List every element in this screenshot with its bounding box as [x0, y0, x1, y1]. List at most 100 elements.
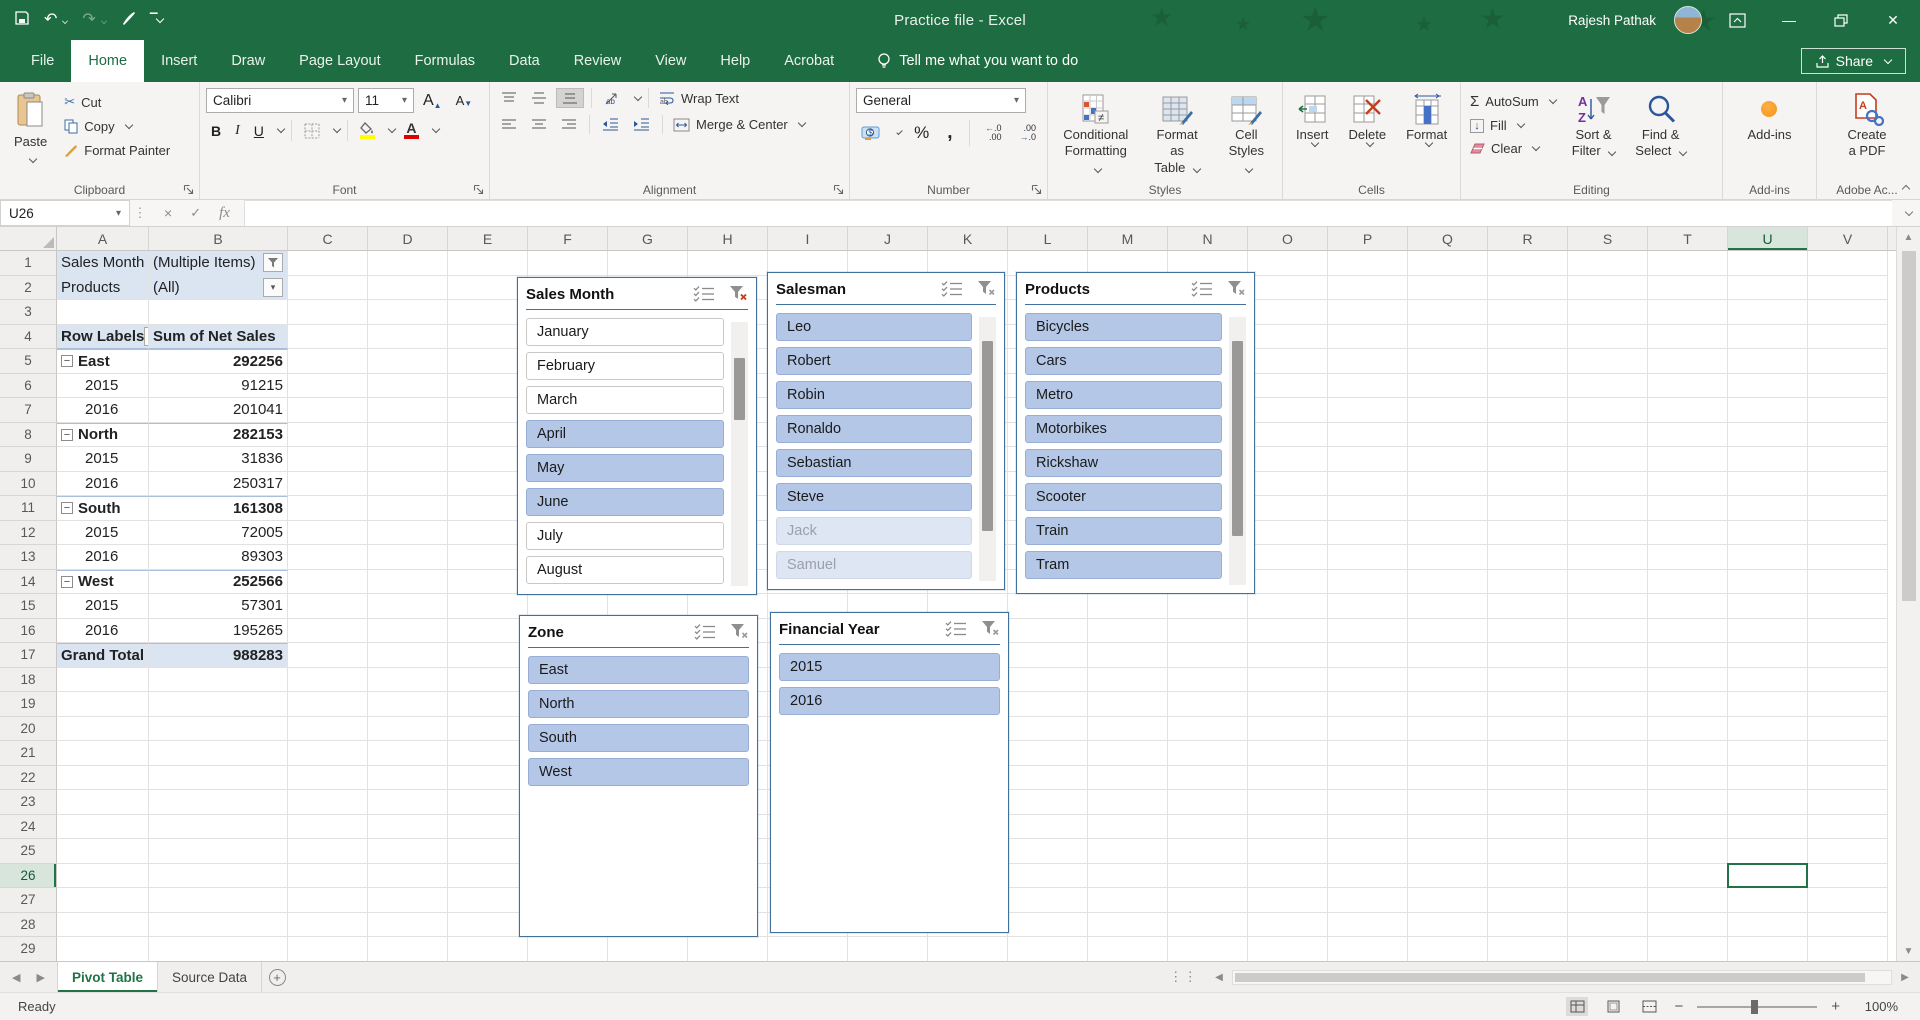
- cell-H29[interactable]: [688, 937, 768, 961]
- cell-R6[interactable]: [1488, 374, 1568, 399]
- cell-E11[interactable]: [448, 496, 528, 521]
- cell-P4[interactable]: [1328, 325, 1408, 350]
- cell-C13[interactable]: [288, 545, 368, 570]
- cell-M29[interactable]: [1088, 937, 1168, 961]
- cell-R22[interactable]: [1488, 766, 1568, 791]
- cell-R9[interactable]: [1488, 447, 1568, 472]
- cell-N24[interactable]: [1168, 815, 1248, 840]
- cell-V23[interactable]: [1808, 790, 1888, 815]
- cell-T2[interactable]: [1648, 276, 1728, 301]
- cell-C17[interactable]: [288, 643, 368, 668]
- cell-C4[interactable]: [288, 325, 368, 350]
- cell-C12[interactable]: [288, 521, 368, 546]
- cell-C10[interactable]: [288, 472, 368, 497]
- cell-P19[interactable]: [1328, 692, 1408, 717]
- save-icon[interactable]: [14, 10, 30, 30]
- cell-R23[interactable]: [1488, 790, 1568, 815]
- cell-U22[interactable]: [1728, 766, 1808, 791]
- row-header-14[interactable]: 14: [0, 570, 57, 595]
- row-header-28[interactable]: 28: [0, 913, 57, 938]
- cell-P2[interactable]: [1328, 276, 1408, 301]
- cell-T22[interactable]: [1648, 766, 1728, 791]
- cell-N27[interactable]: [1168, 888, 1248, 913]
- cell-L19[interactable]: [1008, 692, 1088, 717]
- cell-R10[interactable]: [1488, 472, 1568, 497]
- cell-E1[interactable]: [448, 251, 528, 276]
- row-header-24[interactable]: 24: [0, 815, 57, 840]
- menu-tab-home[interactable]: Home: [71, 40, 144, 82]
- font-family-select[interactable]: Calibri▾: [206, 88, 354, 113]
- zoom-out-icon[interactable]: −: [1674, 998, 1683, 1015]
- cell-B6[interactable]: 91215: [149, 374, 288, 399]
- zoom-slider[interactable]: [1697, 1006, 1817, 1008]
- cell-D2[interactable]: [368, 276, 448, 301]
- cell-U4[interactable]: [1728, 325, 1808, 350]
- cell-O2[interactable]: [1248, 276, 1328, 301]
- cell-V15[interactable]: [1808, 594, 1888, 619]
- column-header-Q[interactable]: Q: [1408, 227, 1488, 250]
- cell-O29[interactable]: [1248, 937, 1328, 961]
- cell-T13[interactable]: [1648, 545, 1728, 570]
- cell-C3[interactable]: [288, 300, 368, 325]
- cell-R7[interactable]: [1488, 398, 1568, 423]
- cell-C27[interactable]: [288, 888, 368, 913]
- clipboard-dialog-launcher-icon[interactable]: [183, 184, 194, 195]
- cell-Q26[interactable]: [1408, 864, 1488, 889]
- cell-M28[interactable]: [1088, 913, 1168, 938]
- cell-V1[interactable]: [1808, 251, 1888, 276]
- menu-tab-data[interactable]: Data: [492, 40, 557, 82]
- cell-E2[interactable]: [448, 276, 528, 301]
- cell-R21[interactable]: [1488, 741, 1568, 766]
- cell-Q1[interactable]: [1408, 251, 1488, 276]
- cell-P17[interactable]: [1328, 643, 1408, 668]
- cell-K29[interactable]: [928, 937, 1008, 961]
- cell-U15[interactable]: [1728, 594, 1808, 619]
- cell-A21[interactable]: [57, 741, 149, 766]
- cell-N22[interactable]: [1168, 766, 1248, 791]
- row-header-23[interactable]: 23: [0, 790, 57, 815]
- row-header-9[interactable]: 9: [0, 447, 57, 472]
- vertical-scrollbar[interactable]: ▲ ▼: [1896, 227, 1920, 961]
- cell-U5[interactable]: [1728, 349, 1808, 374]
- cell-T16[interactable]: [1648, 619, 1728, 644]
- fill-color-dropdown-icon[interactable]: [388, 125, 396, 133]
- cell-T12[interactable]: [1648, 521, 1728, 546]
- cell-S26[interactable]: [1568, 864, 1648, 889]
- redo-icon[interactable]: ↷: [82, 12, 106, 28]
- cell-C6[interactable]: [288, 374, 368, 399]
- cell-O14[interactable]: [1248, 570, 1328, 595]
- cell-V6[interactable]: [1808, 374, 1888, 399]
- share-button[interactable]: Share: [1801, 48, 1906, 74]
- cell-Q18[interactable]: [1408, 668, 1488, 693]
- tab-scroll-handle[interactable]: ⋮⋮: [1161, 969, 1206, 985]
- cell-Q8[interactable]: [1408, 423, 1488, 448]
- cell-O17[interactable]: [1248, 643, 1328, 668]
- cell-C14[interactable]: [288, 570, 368, 595]
- cell-S24[interactable]: [1568, 815, 1648, 840]
- orientation-button[interactable]: ab: [599, 89, 626, 108]
- cell-P24[interactable]: [1328, 815, 1408, 840]
- slicer-item[interactable]: June: [526, 488, 724, 516]
- format-cells-button[interactable]: Format: [1399, 88, 1454, 179]
- cell-S29[interactable]: [1568, 937, 1648, 961]
- cell-B3[interactable]: [149, 300, 288, 325]
- cell-S7[interactable]: [1568, 398, 1648, 423]
- cell-Q14[interactable]: [1408, 570, 1488, 595]
- column-header-T[interactable]: T: [1648, 227, 1728, 250]
- cell-B29[interactable]: [149, 937, 288, 961]
- copy-button[interactable]: Copy: [61, 117, 173, 136]
- cell-G29[interactable]: [608, 937, 688, 961]
- cell-V13[interactable]: [1808, 545, 1888, 570]
- cell-B9[interactable]: 31836: [149, 447, 288, 472]
- cell-T26[interactable]: [1648, 864, 1728, 889]
- cell-U24[interactable]: [1728, 815, 1808, 840]
- avatar[interactable]: [1674, 6, 1702, 34]
- cell-V9[interactable]: [1808, 447, 1888, 472]
- slicer-item[interactable]: Leo: [776, 313, 972, 341]
- cell-B24[interactable]: [149, 815, 288, 840]
- cell-S10[interactable]: [1568, 472, 1648, 497]
- cell-V25[interactable]: [1808, 839, 1888, 864]
- cell-O8[interactable]: [1248, 423, 1328, 448]
- cell-B20[interactable]: [149, 717, 288, 742]
- cell-A24[interactable]: [57, 815, 149, 840]
